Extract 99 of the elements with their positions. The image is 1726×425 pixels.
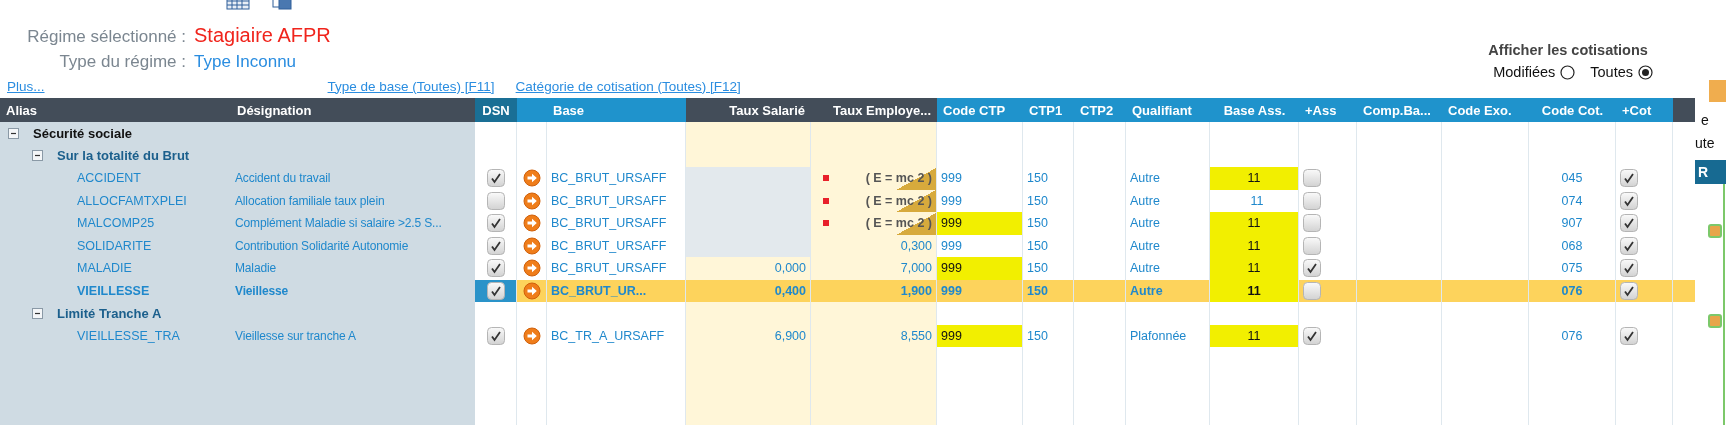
- rate-cell: 6,900: [686, 324, 811, 347]
- checkbox[interactable]: [1303, 326, 1321, 345]
- checkbox[interactable]: [486, 259, 505, 278]
- code-cell: 999: [937, 212, 1023, 235]
- column-header[interactable]: CTP1: [1023, 98, 1074, 122]
- rate-cell: 1,900: [811, 279, 937, 302]
- checkbox[interactable]: [486, 281, 505, 300]
- formula-text: ( E = mc 2 ): [865, 193, 932, 208]
- side-header: R: [1695, 160, 1726, 184]
- radio-label: Toutes: [1590, 64, 1633, 80]
- column-header[interactable]: Code Exo.: [1442, 98, 1529, 122]
- side-text: e: [1701, 112, 1709, 128]
- column-header[interactable]: Code CTP: [937, 98, 1023, 122]
- documents-icon[interactable]: [272, 0, 292, 10]
- column-header[interactable]: Comp.Ba...: [1357, 98, 1442, 122]
- designation-cell: Complément Maladie si salaire >2.5 S...: [231, 212, 475, 235]
- link[interactable]: Plus...: [7, 78, 45, 94]
- link[interactable]: Type de base (Toutes) [F11]: [327, 78, 495, 94]
- column-header[interactable]: Taux Employe...: [811, 98, 937, 122]
- radio-button[interactable]: [1638, 64, 1653, 80]
- checkbox[interactable]: [1303, 191, 1321, 210]
- base-value-cell: 11: [1210, 167, 1299, 190]
- subgroup-label[interactable]: Limité Tranche A: [57, 305, 162, 321]
- checkbox[interactable]: [1620, 214, 1638, 233]
- column-header[interactable]: Taux Salarié: [686, 98, 811, 122]
- column-header[interactable]: DSN: [475, 98, 517, 122]
- regime-type-label: Type du régime :: [58, 52, 186, 72]
- alias-cell: VIEILLESSE_TRA: [0, 324, 231, 347]
- alias-cell: MALADIE: [0, 257, 231, 280]
- column-header[interactable]: Qualifiant: [1126, 98, 1210, 122]
- radio-label: Modifiées: [1493, 64, 1556, 80]
- checkbox[interactable]: [1303, 169, 1321, 188]
- base-value-cell: 11: [1210, 324, 1299, 347]
- side-text: ute: [1695, 135, 1715, 151]
- code-cell: 076: [1529, 279, 1616, 302]
- checkbox[interactable]: [486, 236, 505, 255]
- checkbox[interactable]: [486, 169, 505, 188]
- base-value-cell: 11: [1210, 234, 1299, 257]
- checkbox[interactable]: [1620, 281, 1638, 300]
- qualifier-cell: Autre: [1126, 279, 1210, 302]
- checkbox[interactable]: [1303, 259, 1321, 278]
- regime-value: Stagiaire AFPR: [194, 24, 331, 47]
- column-header[interactable]: Base Ass.: [1210, 98, 1299, 122]
- checkbox[interactable]: [1303, 281, 1321, 300]
- table-icon[interactable]: [226, 0, 250, 10]
- column-header[interactable]: Désignation: [231, 98, 475, 122]
- regime-type-value: Type Inconnu: [194, 52, 297, 72]
- column-header[interactable]: +Cot: [1616, 98, 1673, 122]
- alias-cell: SOLIDARITE: [0, 234, 231, 257]
- subgroup-label[interactable]: Sur la totalité du Brut: [57, 148, 190, 164]
- code-cell: 999: [937, 324, 1023, 347]
- marker-icon: [823, 175, 829, 181]
- designation-cell: Vieillesse: [231, 279, 475, 302]
- checkbox[interactable]: [486, 191, 505, 210]
- alias-cell: ACCIDENT: [0, 167, 231, 190]
- designation-cell: Maladie: [231, 257, 475, 280]
- marker-icon: [823, 197, 829, 204]
- code-cell: 999: [937, 257, 1023, 280]
- marker-icon: [823, 220, 829, 226]
- checkbox[interactable]: [1303, 236, 1321, 255]
- designation-cell: Accident du travail: [231, 167, 475, 190]
- rate-cell: 0,300: [811, 234, 937, 257]
- base-value-cell: 11: [1210, 212, 1299, 235]
- column-header[interactable]: +Ass: [1299, 98, 1357, 122]
- checkbox[interactable]: [1620, 236, 1638, 255]
- column-header[interactable]: Code Cot.: [1529, 98, 1616, 122]
- column-header[interactable]: CTP2: [1074, 98, 1126, 122]
- checkbox[interactable]: [1620, 169, 1638, 188]
- checkbox[interactable]: [486, 326, 505, 345]
- checkbox[interactable]: [1620, 259, 1638, 278]
- alias-cell: VIEILLESSE: [0, 279, 231, 302]
- rate-cell: 7,000: [811, 257, 937, 280]
- base-cell: BC_BRUT_UR...: [547, 279, 686, 302]
- code-cell: 999: [937, 279, 1023, 302]
- checkbox[interactable]: [486, 214, 505, 233]
- link[interactable]: Catégorie de cotisation (Toutes) [F12]: [515, 78, 741, 94]
- rate-cell: 0,000: [686, 257, 811, 280]
- rate-cell: 8,550: [811, 324, 937, 347]
- designation-cell: Vieillesse sur tranche A: [231, 324, 475, 347]
- checkbox[interactable]: [1620, 326, 1638, 345]
- alias-cell: ALLOCFAMTXPLEI: [0, 189, 231, 212]
- designation-cell: Allocation familiale taux plein: [231, 189, 475, 212]
- base-value-cell: 11: [1210, 257, 1299, 280]
- checkbox[interactable]: [1620, 191, 1638, 210]
- alias-cell: MALCOMP25: [0, 212, 231, 235]
- radio-button[interactable]: [1560, 64, 1576, 80]
- collapse-icon[interactable]: [8, 127, 19, 139]
- column-header[interactable]: Alias: [0, 98, 231, 122]
- checkbox[interactable]: [1303, 214, 1321, 233]
- base-value-cell: 11: [1210, 279, 1299, 302]
- regime-label: Régime sélectionné :: [26, 27, 186, 47]
- rate-cell: 0,400: [686, 279, 811, 302]
- column-header[interactable]: Base: [547, 98, 686, 122]
- group-label[interactable]: Sécurité sociale: [33, 125, 132, 141]
- collapse-icon[interactable]: [32, 150, 43, 162]
- filter-title: Afficher les cotisations: [1488, 42, 1648, 58]
- code-cell: 150: [1023, 279, 1074, 302]
- collapse-icon[interactable]: [32, 307, 43, 319]
- designation-cell: Contribution Solidarité Autonomie: [231, 234, 475, 257]
